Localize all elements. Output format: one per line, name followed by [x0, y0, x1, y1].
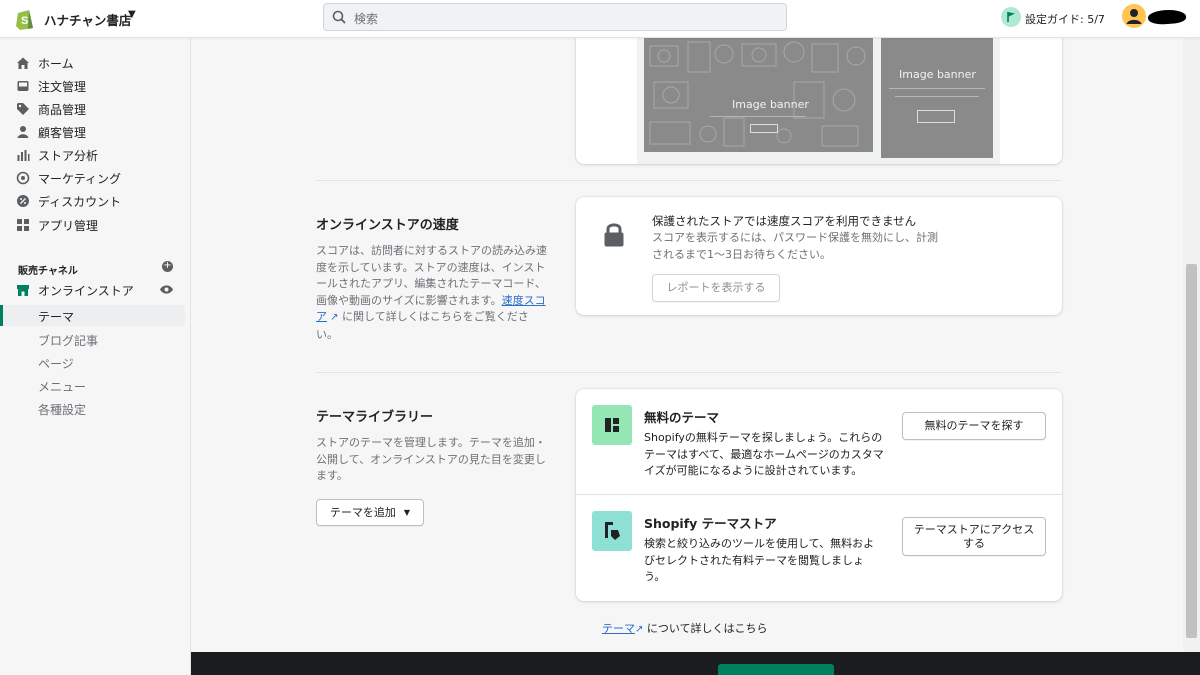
- sidebar-item-apps[interactable]: アプリ管理: [16, 215, 98, 235]
- sidebar-item-label: マーケティング: [38, 171, 122, 186]
- sidebar-item-label: 注文管理: [38, 79, 87, 94]
- themes-help-link[interactable]: テーマ: [602, 622, 635, 635]
- store-caret-down-icon[interactable]: ▼: [128, 9, 136, 20]
- theme-store-icon: [592, 511, 632, 551]
- sidebar-item-label: アプリ管理: [38, 218, 99, 233]
- setup-guide-flag-icon[interactable]: [1001, 7, 1021, 27]
- card-divider: [576, 494, 1062, 495]
- theme-library-card: 無料のテーマ Shopifyの無料テーマを探しましょう。これらのテーマはすべて、…: [576, 389, 1062, 601]
- sidebar-item-label: 顧客管理: [38, 125, 87, 140]
- view-report-button[interactable]: レポートを表示する: [652, 274, 780, 302]
- discount-icon: [17, 195, 29, 207]
- sidebar-item-label: ストア分析: [38, 148, 99, 163]
- banner-subtext-line: [710, 116, 806, 117]
- shopify-logo-icon[interactable]: S: [14, 7, 36, 31]
- active-subitem-bg: [0, 305, 185, 326]
- tag-icon: [17, 103, 29, 115]
- store-name[interactable]: ハナチャン書店: [44, 10, 131, 29]
- sidebar-item-home[interactable]: ホーム: [16, 53, 74, 73]
- banner-heading: Image banner: [899, 68, 976, 81]
- home-icon: [17, 57, 29, 69]
- sidebar-item-discounts[interactable]: ディスカウント: [16, 191, 121, 211]
- speed-card-description: スコアを表示するには、パスワード保護を無効にし、計測されるまで1〜3日お待ちくだ…: [652, 231, 938, 261]
- banner-heading: Image banner: [732, 98, 809, 111]
- sidebar-subitem-blog[interactable]: ブログ記事: [38, 332, 98, 349]
- section-divider: [316, 180, 1061, 181]
- caret-down-icon: ▼: [403, 507, 411, 517]
- active-subitem-indicator: [0, 305, 3, 326]
- theme-library-heading: テーマライブラリー: [316, 410, 434, 425]
- sidebar-item-customers[interactable]: 顧客管理: [16, 122, 86, 142]
- sidebar-item-marketing[interactable]: マーケティング: [16, 168, 121, 188]
- camera-pattern-image: [649, 41, 866, 147]
- visit-theme-store-button[interactable]: テーマストアにアクセスする: [902, 517, 1046, 556]
- store-icon: [17, 285, 29, 296]
- search-icon: [332, 10, 346, 24]
- banner-shop-button: [917, 110, 955, 123]
- view-store-eye-icon[interactable]: [159, 284, 174, 295]
- theme-store-title: Shopify テーマストア: [644, 516, 777, 531]
- theme-store-description: 検索と絞り込みのツールを使用して、無料およびセレクトされた有料テーマを閲覧しまし…: [644, 537, 875, 583]
- target-icon: [16, 171, 30, 185]
- user-avatar-icon[interactable]: [1122, 4, 1146, 28]
- sidebar-item-label: ホーム: [38, 56, 74, 71]
- sidebar-item-online-store[interactable]: オンラインストア: [16, 280, 134, 300]
- add-theme-button[interactable]: テーマを追加 ▼: [316, 499, 424, 526]
- bottom-green-button[interactable]: [718, 664, 834, 675]
- speed-description: スコアは、訪問者に対するストアの読み込み速度を示しています。ストアの速度は、イン…: [316, 244, 547, 341]
- sidebar-subitem-pages[interactable]: ページ: [38, 355, 74, 372]
- search-placeholder: 検索: [354, 12, 379, 26]
- sidebar-item-label: オンラインストア: [38, 283, 134, 298]
- sidebar-subitem-menus[interactable]: メニュー: [38, 378, 86, 395]
- lock-icon: [604, 223, 624, 247]
- sidebar-item-label: 商品管理: [38, 102, 87, 117]
- sidebar-subitem-themes[interactable]: テーマ: [38, 308, 74, 325]
- main-content: Image banner Image banner オンラインストアの速度 スコ…: [191, 38, 1183, 652]
- sidebar-item-products[interactable]: 商品管理: [16, 99, 86, 119]
- external-link-icon: ↗: [327, 312, 339, 323]
- sidebar: ホーム 注文管理 商品管理 顧客管理 ストア分析 マーケティング ディスカウント…: [0, 38, 191, 675]
- banner-shop-button: [750, 124, 778, 133]
- top-bar: S ハナチャン書店 ▼ 検索 設定ガイド: 5/7: [0, 0, 1200, 38]
- sales-channels-title: 販売チャネル: [18, 266, 78, 277]
- theme-preview-desktop[interactable]: Image banner: [644, 38, 873, 152]
- sidebar-subitem-preferences[interactable]: 各種設定: [38, 401, 86, 418]
- setup-guide-progress[interactable]: 設定ガイド: 5/7: [1025, 11, 1105, 27]
- free-themes-icon: [592, 405, 632, 445]
- free-themes-description: Shopifyの無料テーマを探しましょう。これらのテーマはすべて、最適なホームペ…: [644, 431, 884, 477]
- bottom-bar: [191, 652, 1200, 675]
- section-divider: [316, 372, 1061, 373]
- bar-chart-icon: [17, 150, 30, 161]
- scrollbar-thumb[interactable]: [1186, 264, 1197, 638]
- free-themes-title: 無料のテーマ: [644, 410, 720, 425]
- svg-text:S: S: [21, 15, 28, 27]
- speed-card-title: 保護されたストアでは速度スコアを利用できません: [652, 214, 917, 228]
- explore-free-themes-button[interactable]: 無料のテーマを探す: [902, 412, 1046, 440]
- inbox-icon: [17, 81, 29, 91]
- apps-icon: [17, 219, 29, 231]
- sidebar-item-orders[interactable]: 注文管理: [16, 76, 86, 96]
- theme-preview-mobile[interactable]: Image banner: [881, 38, 993, 158]
- learn-more-themes: テーマ↗ について詳しくはこちら: [602, 622, 768, 635]
- sidebar-item-analytics[interactable]: ストア分析: [16, 145, 98, 165]
- speed-score-card: 保護されたストアでは速度スコアを利用できません スコアを表示するには、パスワード…: [576, 197, 1062, 315]
- person-icon: [17, 126, 29, 138]
- banner-subtext-line: [895, 96, 979, 97]
- add-channel-plus-icon[interactable]: +: [162, 261, 173, 272]
- theme-library-description: ストアのテーマを管理します。テーマを追加・公開して、オンラインストアの見た目を変…: [316, 436, 546, 482]
- redacted-user-name: [1147, 8, 1187, 26]
- search-bar[interactable]: 検索: [323, 3, 787, 31]
- sidebar-item-label: ディスカウント: [38, 194, 122, 209]
- speed-heading: オンラインストアの速度: [316, 218, 459, 233]
- banner-subtext-line: [889, 88, 985, 89]
